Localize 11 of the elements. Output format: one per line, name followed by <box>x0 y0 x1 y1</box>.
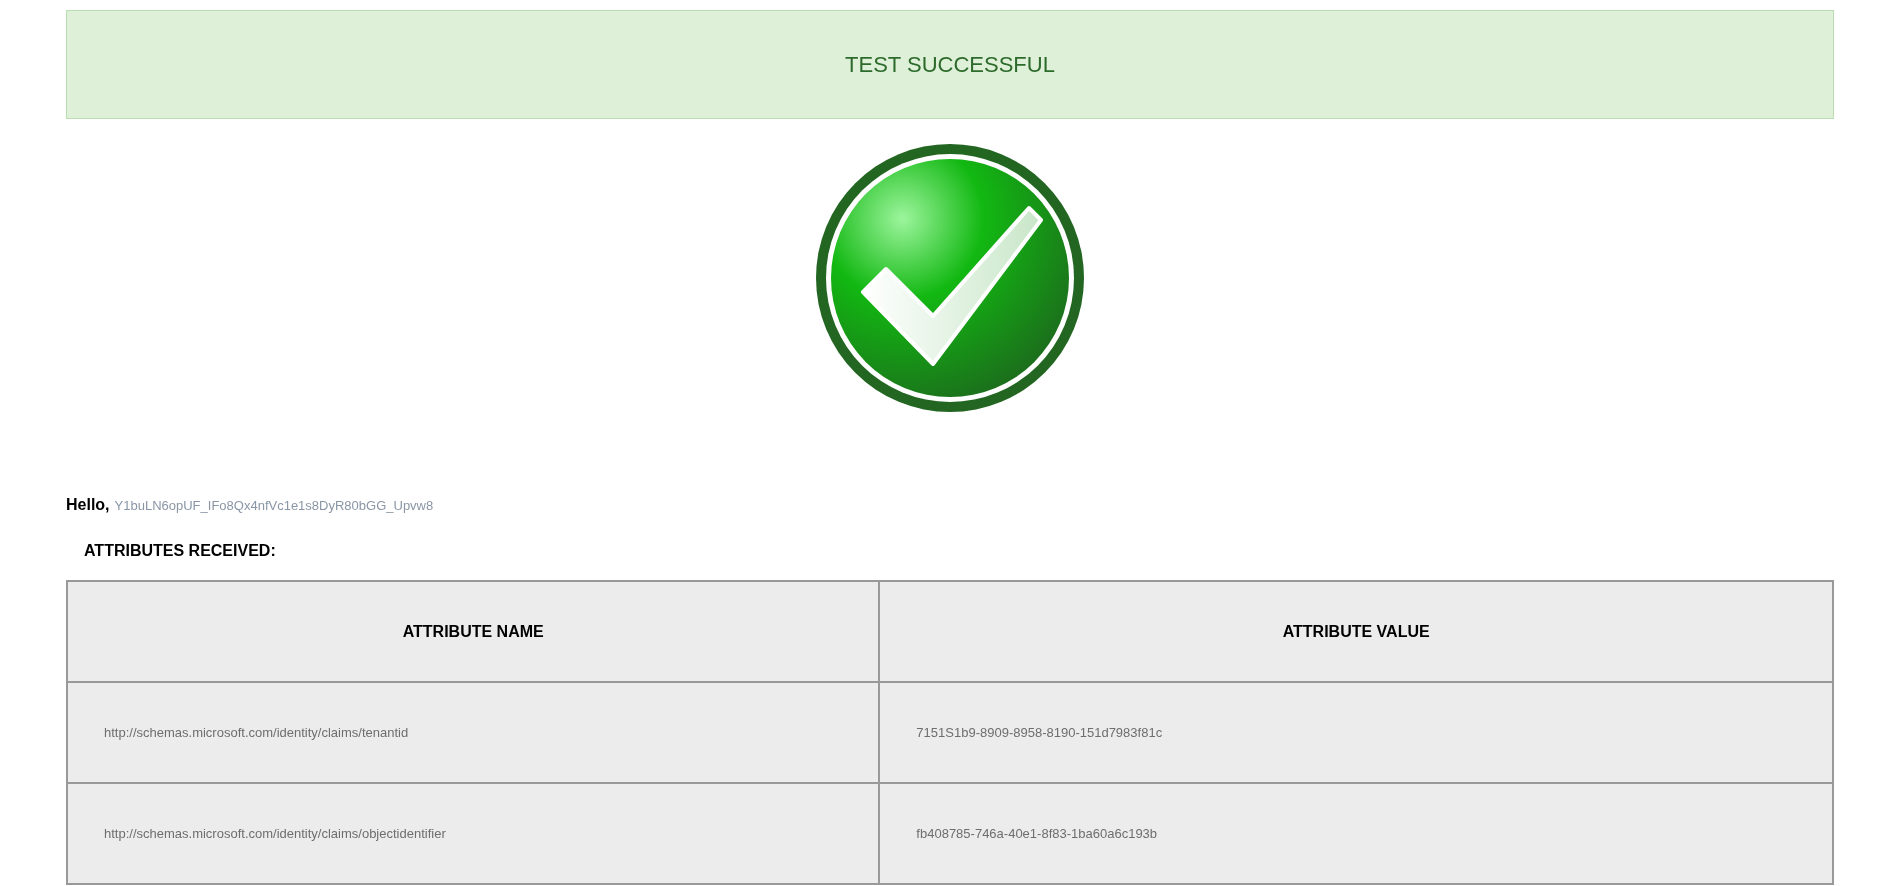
table-cell: fb408785-746a-40e1-8f83-1ba60a6c193b <box>879 783 1833 884</box>
status-banner: TEST SUCCESSFUL <box>66 10 1834 119</box>
column-header: ATTRIBUTE NAME <box>67 581 880 682</box>
checkmark-icon <box>816 144 1084 412</box>
column-header: ATTRIBUTE VALUE <box>879 581 1833 682</box>
section-title: ATTRIBUTES RECEIVED: <box>84 542 277 560</box>
table-cell: 7151S1b9-8909-8958-8190-151d7983f81c <box>879 682 1833 783</box>
greeting-label: Hello, <box>66 496 110 514</box>
user-name: Y1buLN6opUF_IFo8Qx4nfVc1e1s8DyR80bGG_Upvw8 <box>114 497 434 513</box>
table-cell: http://schemas.microsoft.com/identity/claims/objectidentifier <box>67 783 880 884</box>
table-cell: http://schemas.microsoft.com/identity/claims/tenantid <box>67 682 880 783</box>
